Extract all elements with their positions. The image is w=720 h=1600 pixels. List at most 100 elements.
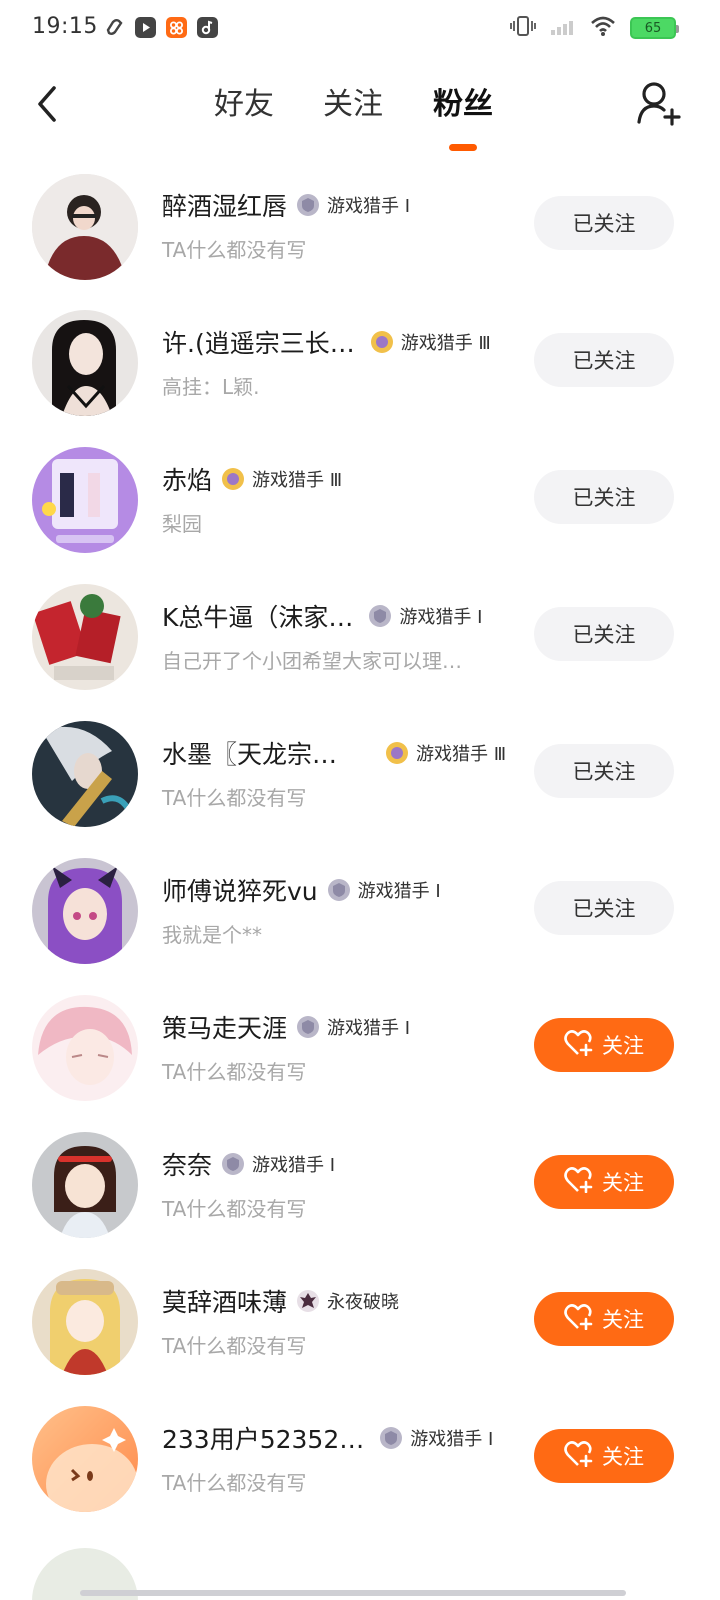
- fan-bio: 我就是个**: [162, 923, 262, 947]
- follow-button-label: 关注: [602, 1171, 644, 1195]
- fan-name: 水墨〖天龙宗…: [162, 740, 338, 769]
- signal-icon: [550, 15, 576, 41]
- avatar[interactable]: [32, 1132, 138, 1238]
- fan-bio: 自己开了个小团希望大家可以理…: [162, 649, 462, 673]
- status-indicators: 65: [510, 15, 679, 41]
- status-app-icons: [104, 17, 218, 38]
- link-app-icon: [104, 17, 125, 38]
- status-time: 19:15: [32, 14, 98, 39]
- badge-label: 游戏猎手 Ⅲ: [400, 333, 491, 354]
- badge: 游戏猎手 Ⅰ: [222, 1151, 335, 1177]
- heart-plus-icon: [564, 1440, 594, 1472]
- badge: 游戏猎手 Ⅰ: [297, 192, 410, 218]
- vibrate-icon: [510, 15, 536, 41]
- silver-shield-icon: [380, 1427, 403, 1449]
- badge: 游戏猎手 Ⅲ: [370, 329, 491, 355]
- silver-shield-icon: [297, 194, 320, 216]
- tab-friends[interactable]: 好友: [212, 85, 276, 125]
- fan-bio: TA什么都没有写: [162, 786, 307, 810]
- fan-bio: 高挂：L颖.: [162, 375, 260, 399]
- tab-fans[interactable]: 粉丝: [431, 85, 495, 125]
- followed-button[interactable]: 已关注: [534, 470, 674, 524]
- avatar[interactable]: [32, 1406, 138, 1512]
- followed-button[interactable]: 已关注: [534, 744, 674, 798]
- fan-name: 赤焰: [162, 466, 213, 495]
- list-item[interactable]: 奈奈 游戏猎手 Ⅰ TA什么都没有写 关注: [0, 1119, 720, 1256]
- tab-bar: 好友 关注 粉丝: [0, 58, 720, 158]
- fan-bio: 梨园: [162, 512, 202, 536]
- fan-bio: TA什么都没有写: [162, 238, 307, 262]
- avatar[interactable]: [32, 310, 138, 416]
- badge: 游戏猎手 Ⅰ: [369, 603, 482, 629]
- fan-name: 莫辞酒味薄: [162, 1288, 288, 1317]
- next-list-item-peek: [0, 1540, 720, 1600]
- list-item[interactable]: 莫辞酒味薄 永夜破晓 TA什么都没有写 关注: [0, 1256, 720, 1393]
- silver-shield-icon: [369, 605, 392, 627]
- follow-button-label: 关注: [602, 1445, 644, 1469]
- gold-badge-icon: [386, 742, 408, 764]
- badge-label: 游戏猎手 Ⅰ: [327, 1018, 411, 1039]
- active-tab-indicator: [449, 144, 477, 151]
- dark-emblem-icon: [297, 1290, 320, 1312]
- followed-button[interactable]: 已关注: [534, 333, 674, 387]
- followed-button[interactable]: 已关注: [534, 607, 674, 661]
- avatar[interactable]: [32, 174, 138, 280]
- follow-button[interactable]: 关注: [534, 1018, 674, 1072]
- list-item[interactable]: 醉酒湿红唇 游戏猎手 Ⅰ TA什么都没有写 已关注: [0, 160, 720, 297]
- music-app-icon: [197, 17, 218, 38]
- tab-following[interactable]: 关注: [321, 85, 385, 125]
- fan-bio: TA什么都没有写: [162, 1471, 307, 1495]
- badge-label: 游戏猎手 Ⅰ: [252, 1155, 336, 1176]
- list-item[interactable]: 师傅说猝死vu 游戏猎手 Ⅰ 我就是个** 已关注: [0, 845, 720, 982]
- status-bar: 19:15 65: [0, 0, 720, 58]
- game-app-icon: [166, 17, 187, 38]
- heart-plus-icon: [564, 1303, 594, 1335]
- badge-label: 游戏猎手 Ⅲ: [252, 470, 343, 491]
- avatar[interactable]: [32, 858, 138, 964]
- silver-shield-icon: [327, 879, 350, 901]
- list-item[interactable]: 策马走天涯 游戏猎手 Ⅰ TA什么都没有写 关注: [0, 982, 720, 1119]
- avatar[interactable]: [32, 721, 138, 827]
- fan-name: 奈奈: [162, 1151, 213, 1180]
- avatar[interactable]: [32, 584, 138, 690]
- avatar[interactable]: [32, 1269, 138, 1375]
- fan-name: 师傅说猝死vu: [162, 877, 318, 906]
- fan-name: 醉酒湿红唇: [162, 192, 288, 221]
- gold-badge-icon: [370, 331, 393, 353]
- fan-name: 策马走天涯: [162, 1014, 288, 1043]
- list-item[interactable]: 赤焰 游戏猎手 Ⅲ 梨园 已关注: [0, 434, 720, 571]
- badge-label: 永夜破晓: [327, 1292, 400, 1313]
- badge: 永夜破晓: [297, 1288, 399, 1314]
- followed-button[interactable]: 已关注: [534, 196, 674, 250]
- heart-plus-icon: [564, 1029, 594, 1061]
- follow-button[interactable]: 关注: [534, 1155, 674, 1209]
- badge: 游戏猎手 Ⅰ: [380, 1425, 493, 1451]
- follow-button[interactable]: 关注: [534, 1429, 674, 1483]
- fan-name: K总牛逼（沫家…: [162, 603, 354, 632]
- video-app-icon: [135, 17, 156, 38]
- add-user-icon: [637, 82, 681, 126]
- silver-shield-icon: [222, 1153, 245, 1175]
- badge: 游戏猎手 Ⅲ: [386, 740, 506, 766]
- list-item[interactable]: 许.(逍遥宗三长… 游戏猎手 Ⅲ 高挂：L颖. 已关注: [0, 297, 720, 434]
- list-item[interactable]: 水墨〖天龙宗… 游戏猎手 Ⅲ TA什么都没有写 已关注: [0, 708, 720, 845]
- heart-plus-icon: [564, 1166, 594, 1198]
- followed-button[interactable]: 已关注: [534, 881, 674, 935]
- silver-shield-icon: [297, 1016, 320, 1038]
- list-item[interactable]: 233用户52352… 游戏猎手 Ⅰ TA什么都没有写 关注: [0, 1393, 720, 1530]
- avatar[interactable]: [32, 995, 138, 1101]
- badge-label: 游戏猎手 Ⅰ: [410, 1429, 494, 1450]
- gold-badge-icon: [222, 468, 245, 490]
- fan-bio: TA什么都没有写: [162, 1334, 307, 1358]
- avatar[interactable]: [32, 447, 138, 553]
- fan-bio: TA什么都没有写: [162, 1060, 307, 1084]
- battery-indicator: 65: [630, 17, 679, 39]
- add-friend-button[interactable]: [636, 80, 682, 128]
- list-item[interactable]: K总牛逼（沫家… 游戏猎手 Ⅰ 自己开了个小团希望大家可以理… 已关注: [0, 571, 720, 708]
- header: 好友 关注 粉丝: [0, 58, 720, 158]
- badge: 游戏猎手 Ⅰ: [297, 1014, 410, 1040]
- badge-label: 游戏猎手 Ⅰ: [357, 881, 441, 902]
- badge-label: 游戏猎手 Ⅰ: [327, 196, 411, 217]
- follow-button[interactable]: 关注: [534, 1292, 674, 1346]
- fan-bio: TA什么都没有写: [162, 1197, 307, 1221]
